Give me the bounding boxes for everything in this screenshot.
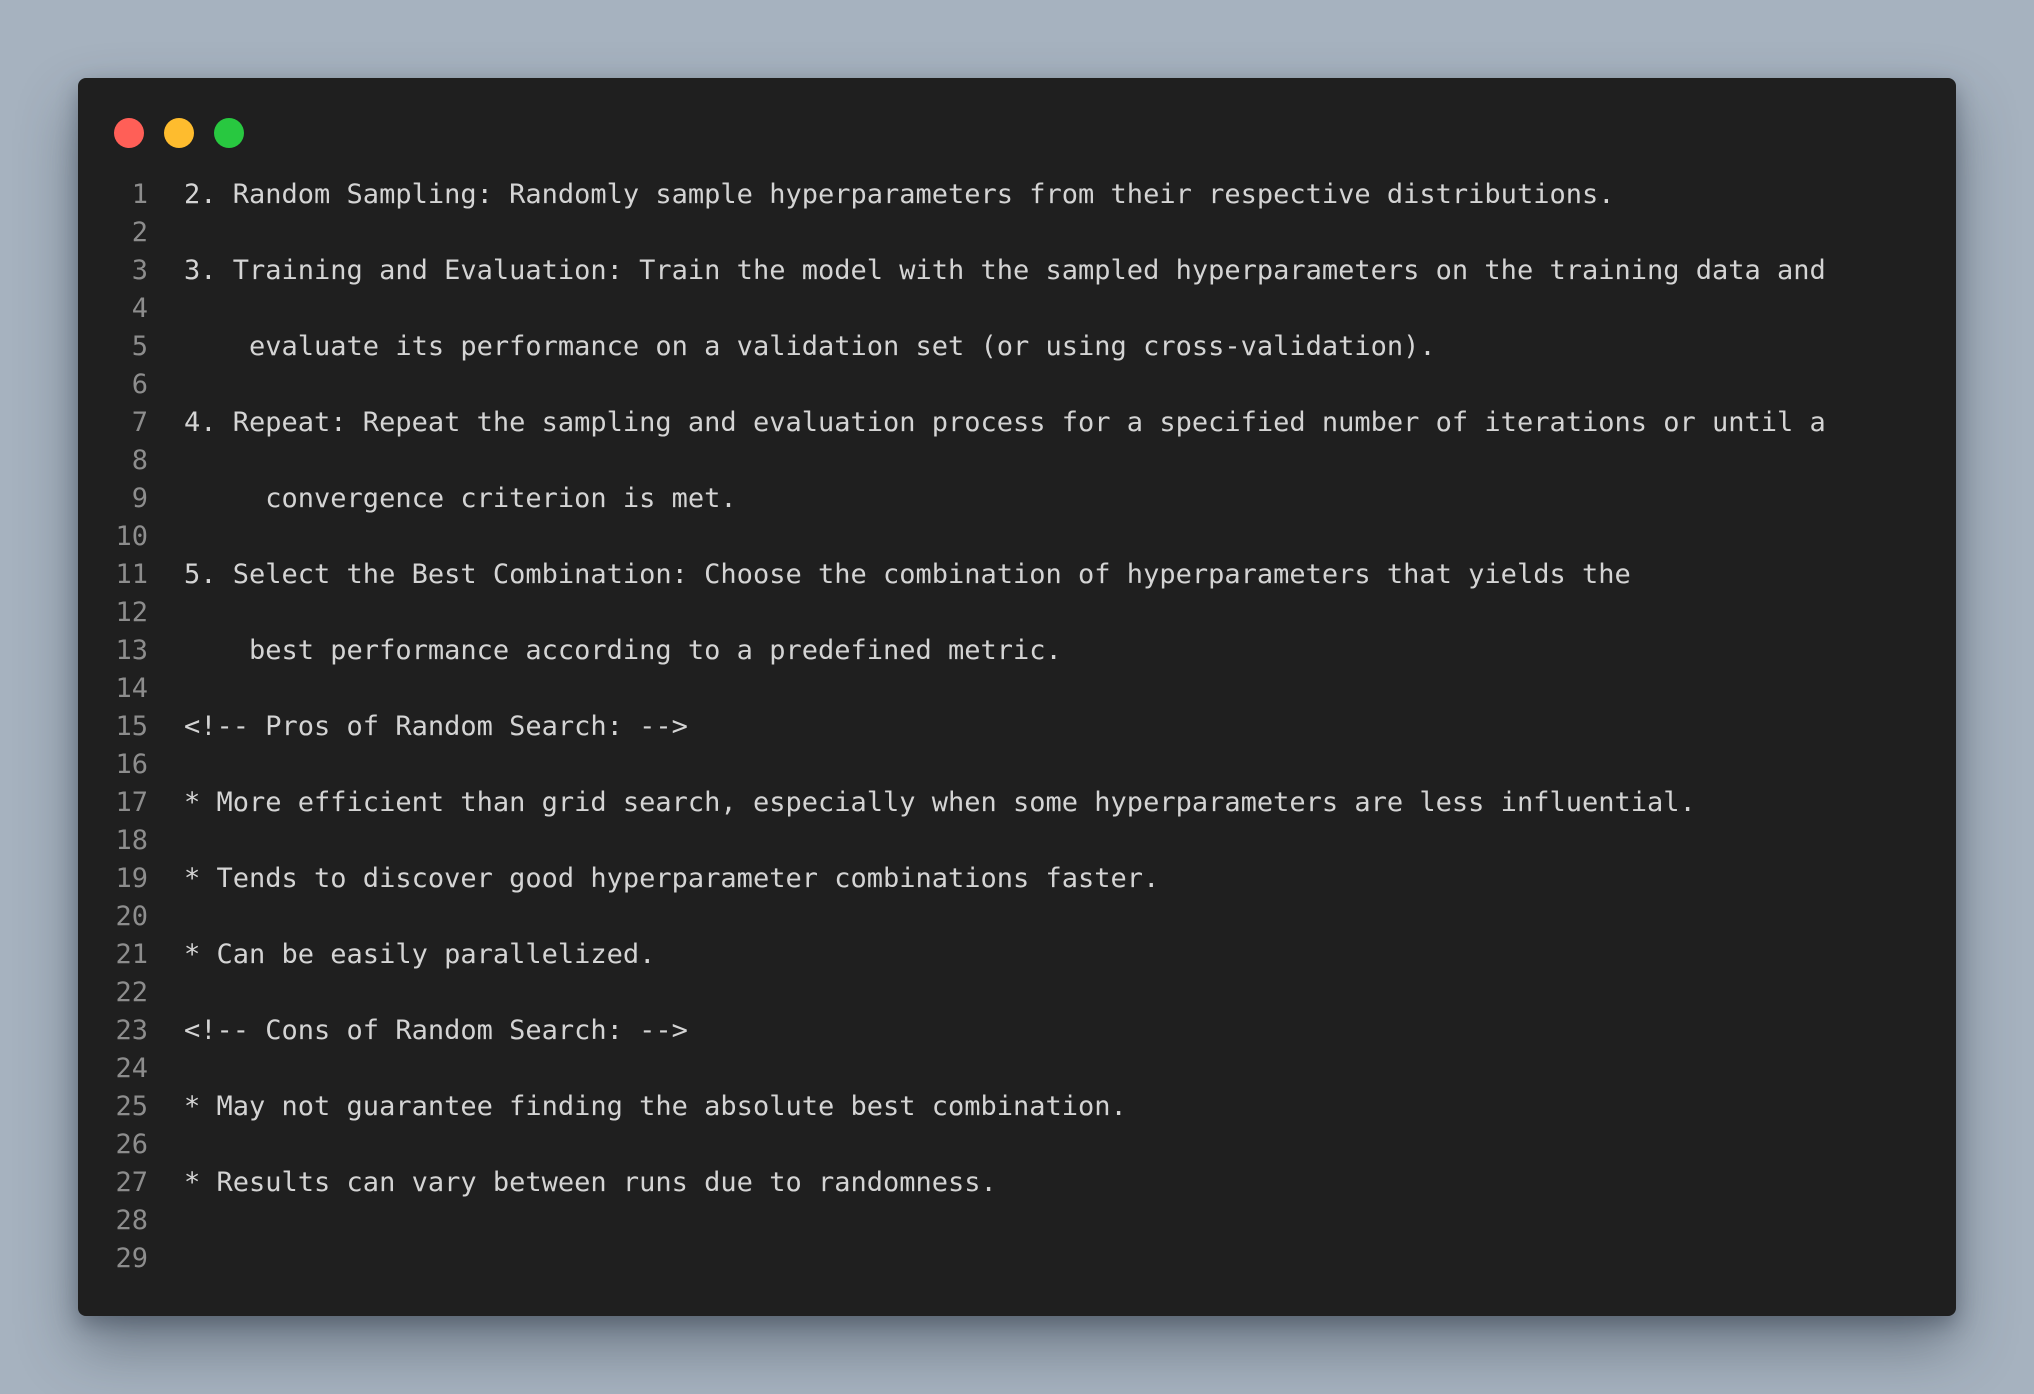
line-number: 23 [115, 1015, 148, 1046]
line-text: 5. Select the Best Combination: Choose t… [184, 559, 1631, 590]
line-number: 19 [115, 863, 148, 894]
line-text: * May not guarantee finding the absolute… [184, 1091, 1127, 1122]
line-number: 14 [115, 673, 148, 704]
code-line: 2 [78, 214, 1956, 252]
code-line: 13 best performance according to a prede… [78, 632, 1956, 670]
code-line: 6 [78, 366, 1956, 404]
code-line: 24 [78, 1050, 1956, 1088]
line-number: 25 [115, 1091, 148, 1122]
line-number: 6 [131, 369, 148, 400]
code-line: 14 [78, 670, 1956, 708]
line-number: 2 [131, 217, 148, 248]
minimize-window-button[interactable] [164, 118, 194, 148]
code-line: 19 * Tends to discover good hyperparamete… [78, 860, 1956, 898]
line-text: <!-- Cons of Random Search: --> [184, 1015, 688, 1046]
line-number: 11 [115, 559, 148, 590]
line-number: 29 [115, 1243, 148, 1274]
line-number: 15 [115, 711, 148, 742]
code-line: 25 * May not guarantee finding the absolu… [78, 1088, 1956, 1126]
line-number: 10 [115, 521, 148, 552]
code-line: 23 <!-- Cons of Random Search: --> [78, 1012, 1956, 1050]
line-text: * Can be easily parallelized. [184, 939, 656, 970]
code-line: 3 3. Training and Evaluation: Train the m… [78, 252, 1956, 290]
line-text: * Tends to discover good hyperparameter … [184, 863, 1160, 894]
line-number: 5 [131, 331, 148, 362]
line-number: 7 [131, 407, 148, 438]
line-number: 16 [115, 749, 148, 780]
line-number: 13 [115, 635, 148, 666]
line-text: 3. Training and Evaluation: Train the mo… [184, 255, 1826, 286]
code-line: 1 2. Random Sampling: Randomly sample hyp… [78, 176, 1956, 214]
close-window-button[interactable] [114, 118, 144, 148]
line-number: 20 [115, 901, 148, 932]
line-text: evaluate its performance on a validation… [184, 331, 1436, 362]
code-line: 12 [78, 594, 1956, 632]
line-number: 21 [115, 939, 148, 970]
code-line: 15 <!-- Pros of Random Search: --> [78, 708, 1956, 746]
line-number: 27 [115, 1167, 148, 1198]
line-text: best performance according to a predefin… [184, 635, 1062, 666]
code-line: 26 [78, 1126, 1956, 1164]
code-line: 7 4. Repeat: Repeat the sampling and eval… [78, 404, 1956, 442]
line-number: 26 [115, 1129, 148, 1160]
line-number: 8 [131, 445, 148, 476]
code-line: 10 [78, 518, 1956, 556]
line-number: 22 [115, 977, 148, 1008]
code-line: 22 [78, 974, 1956, 1012]
line-number: 1 [131, 179, 148, 210]
maximize-window-button[interactable] [214, 118, 244, 148]
code-editor[interactable]: 1 2. Random Sampling: Randomly sample hyp… [78, 176, 1956, 1278]
code-line: 16 [78, 746, 1956, 784]
line-number: 17 [115, 787, 148, 818]
line-number: 9 [131, 483, 148, 514]
line-number: 4 [131, 293, 148, 324]
code-line: 29 [78, 1240, 1956, 1278]
line-text: * Results can vary between runs due to r… [184, 1167, 997, 1198]
code-line: 28 [78, 1202, 1956, 1240]
code-line: 5 evaluate its performance on a validati… [78, 328, 1956, 366]
code-line: 17 * More efficient than grid search, esp… [78, 784, 1956, 822]
code-line: 11 5. Select the Best Combination: Choose… [78, 556, 1956, 594]
code-line: 9 convergence criterion is met. [78, 480, 1956, 518]
line-number: 3 [131, 255, 148, 286]
line-number: 18 [115, 825, 148, 856]
line-text: 4. Repeat: Repeat the sampling and evalu… [184, 407, 1826, 438]
line-text: <!-- Pros of Random Search: --> [184, 711, 688, 742]
code-line: 27 * Results can vary between runs due to… [78, 1164, 1956, 1202]
line-text: * More efficient than grid search, espec… [184, 787, 1696, 818]
code-line: 18 [78, 822, 1956, 860]
line-number: 12 [115, 597, 148, 628]
line-number: 24 [115, 1053, 148, 1084]
line-number: 28 [115, 1205, 148, 1236]
line-text: convergence criterion is met. [184, 483, 737, 514]
line-text: 2. Random Sampling: Randomly sample hype… [184, 179, 1615, 210]
code-line: 21 * Can be easily parallelized. [78, 936, 1956, 974]
code-line: 20 [78, 898, 1956, 936]
window-controls [114, 118, 244, 148]
code-window: 1 2. Random Sampling: Randomly sample hyp… [78, 78, 1956, 1316]
code-line: 4 [78, 290, 1956, 328]
code-line: 8 [78, 442, 1956, 480]
